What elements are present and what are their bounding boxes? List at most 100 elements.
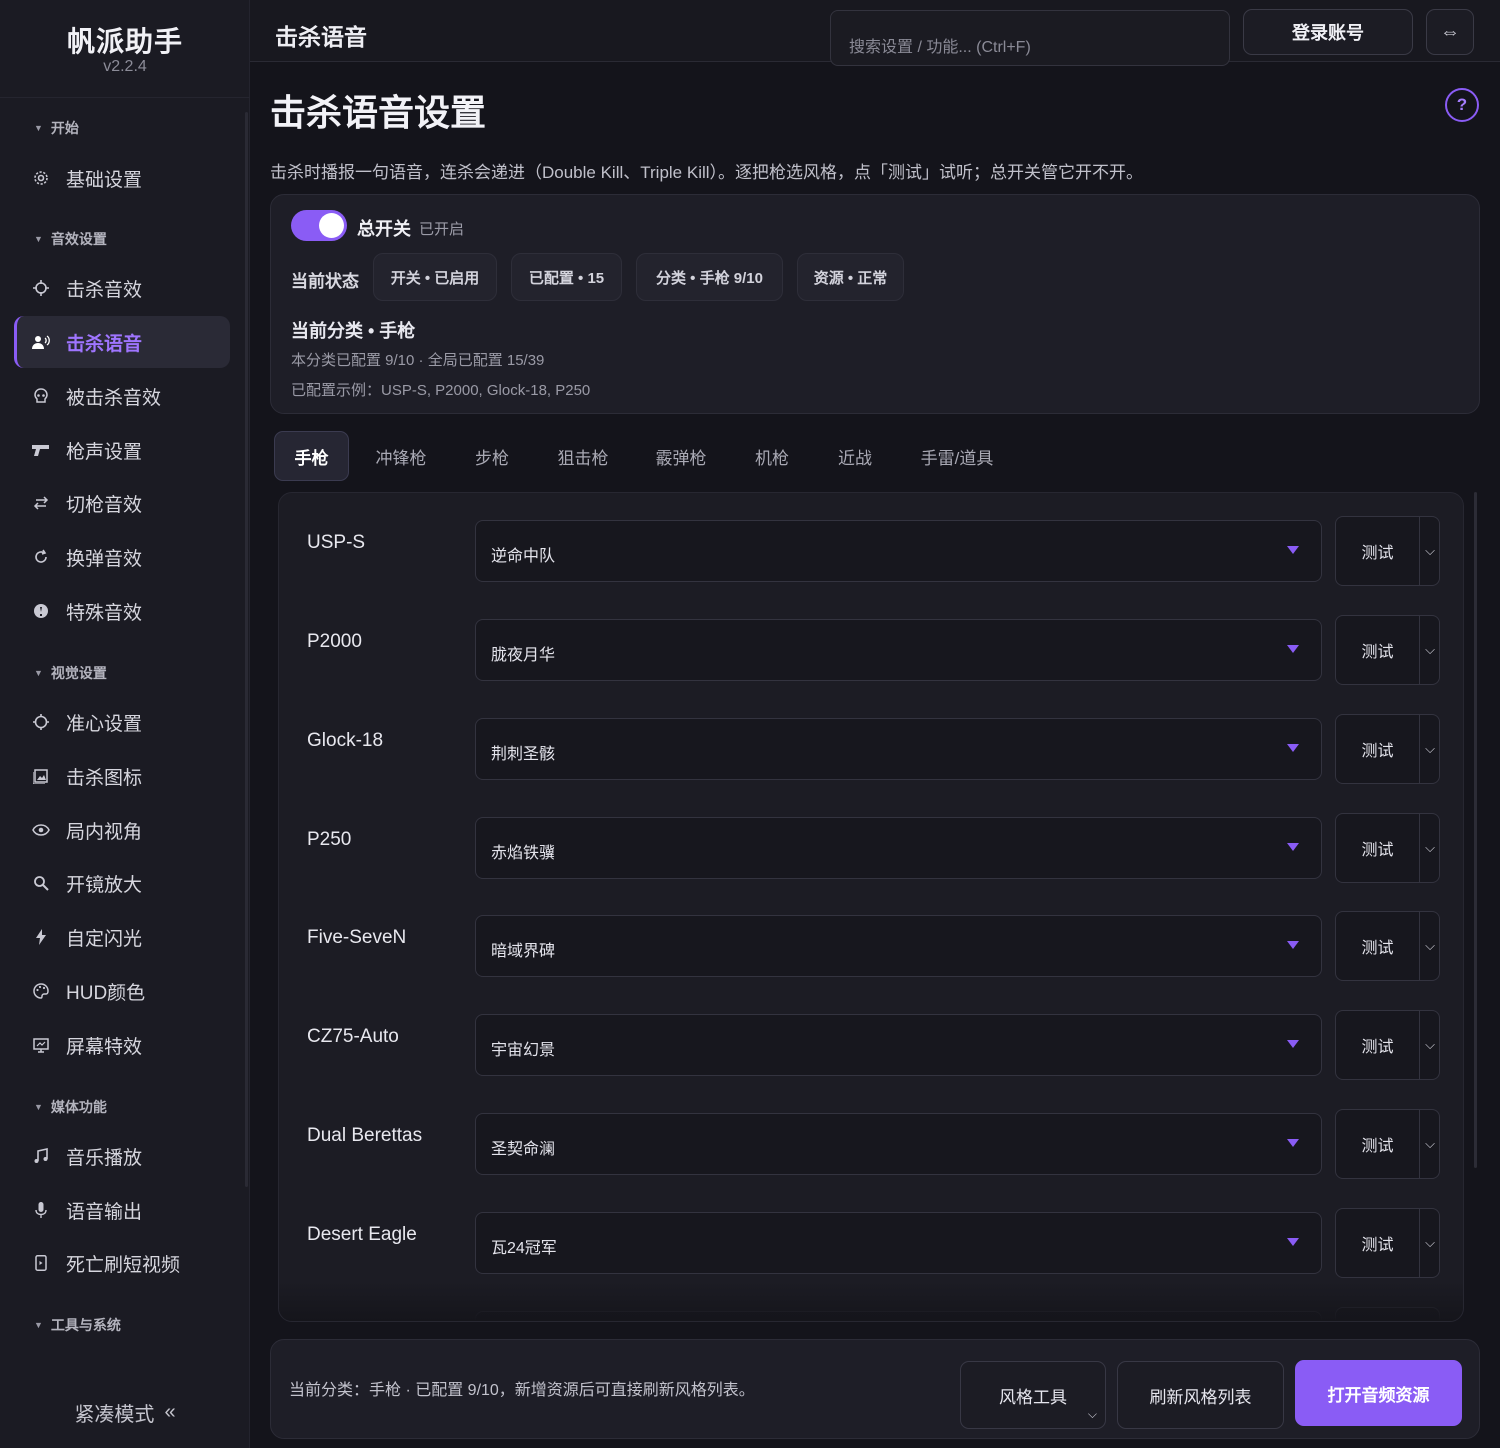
chevron-down-icon[interactable]: ⌵ bbox=[1420, 1110, 1440, 1178]
lightning-icon bbox=[32, 928, 50, 946]
sidebar-scrollbar[interactable] bbox=[245, 112, 248, 1187]
sidebar-item-kill-sound[interactable]: 击杀音效 bbox=[14, 262, 230, 314]
tab-grenade[interactable]: 手雷/道具 bbox=[904, 431, 1010, 481]
sidebar-item-kill-icon[interactable]: 击杀图标 bbox=[14, 750, 230, 802]
collapse-icon: « bbox=[164, 1400, 176, 1423]
test-button[interactable]: 测试 bbox=[1336, 517, 1420, 585]
sidebar-item-scope-zoom[interactable]: 开镜放大 bbox=[14, 857, 230, 909]
sidebar-item-reload-sound[interactable]: 换弹音效 bbox=[14, 531, 230, 583]
dropdown-caret-icon bbox=[1287, 1238, 1299, 1246]
chevron-down-icon[interactable]: ⌵ bbox=[1420, 1209, 1440, 1277]
group-audio[interactable]: ▼ 音效设置 bbox=[34, 229, 107, 249]
brand: 帆派助手 v2.2.4 bbox=[0, 0, 250, 98]
group-start[interactable]: ▼ 开始 bbox=[34, 118, 79, 138]
style-select[interactable]: 圣契命澜 bbox=[475, 1113, 1322, 1175]
chevron-down-icon[interactable]: ⌵ bbox=[1420, 616, 1440, 684]
style-value: 逆命中队 bbox=[491, 548, 556, 565]
style-select[interactable]: 赤焰铁骥 bbox=[475, 817, 1322, 879]
category-progress: 本分类已配置 9/10 · 全局已配置 15/39 bbox=[291, 352, 545, 369]
weapon-name: CZ75-Auto bbox=[307, 1025, 399, 1047]
weapon-list: USP-S 逆命中队 测试 ⌵ P2000 胧夜月华 测试 ⌵ Glock-18 荆… bbox=[278, 492, 1464, 1322]
chevron-down-icon[interactable]: ⌵ bbox=[1420, 1011, 1440, 1079]
sidebar-item-switch-sound[interactable]: 切枪音效 bbox=[14, 477, 230, 529]
group-tools[interactable]: ▼ 工具与系统 bbox=[34, 1315, 121, 1335]
test-button[interactable]: 测试 bbox=[1336, 1209, 1420, 1277]
app-version: v2.2.4 bbox=[103, 58, 147, 75]
sidebar-item-basic-settings[interactable]: 基础设置 bbox=[14, 152, 230, 204]
tab-rifle[interactable]: 步枪 bbox=[456, 431, 528, 481]
sidebar-item-death-video[interactable]: 死亡刷短视频 bbox=[14, 1237, 230, 1289]
test-button[interactable]: 测试 bbox=[1336, 616, 1420, 684]
status-card: 总开关 已开启 当前状态 开关 • 已启用 已配置 • 15 分类 • 手枪 9… bbox=[270, 194, 1480, 414]
style-value: 胧夜月华 bbox=[491, 647, 556, 664]
refresh-styles-button[interactable]: 刷新风格列表 bbox=[1117, 1361, 1284, 1429]
style-select[interactable]: 荆刺圣骸 bbox=[475, 718, 1322, 780]
sidebar-item-gun-sound[interactable]: 枪声设置 bbox=[14, 424, 230, 476]
sidebar-item-view[interactable]: 局内视角 bbox=[14, 804, 230, 856]
sidebar-item-voice-output[interactable]: 语音输出 bbox=[14, 1184, 230, 1236]
group-visual[interactable]: ▼ 视觉设置 bbox=[34, 663, 107, 683]
style-select[interactable]: 瓦24冠军 bbox=[475, 1212, 1322, 1274]
sidebar-item-death-sound[interactable]: 被击杀音效 bbox=[14, 370, 230, 422]
style-tools-button[interactable]: 风格工具 ⌵ bbox=[960, 1361, 1106, 1429]
chevron-down-icon[interactable]: ⌵ bbox=[1420, 517, 1440, 585]
test-button-group: 测试 ⌵ bbox=[1335, 714, 1440, 784]
sidebar-item-kill-voice[interactable]: 击杀语音 bbox=[14, 316, 230, 368]
test-button-group: 测试 ⌵ bbox=[1335, 911, 1440, 981]
chevron-down-icon: ▼ bbox=[34, 668, 43, 678]
chevron-down-icon: ▼ bbox=[34, 123, 43, 133]
weapon-name: P2000 bbox=[307, 630, 362, 652]
top-title: 击杀语音 bbox=[275, 24, 367, 50]
chevron-down-icon[interactable]: ⌵ bbox=[1420, 912, 1440, 980]
gun-icon bbox=[32, 441, 50, 459]
help-icon[interactable]: ? bbox=[1445, 88, 1479, 122]
test-button[interactable]: 测试 bbox=[1336, 715, 1420, 783]
list-scrollbar[interactable] bbox=[1474, 492, 1477, 1168]
search-input[interactable]: 搜索设置 / 功能... (Ctrl+F) bbox=[830, 10, 1230, 66]
tab-melee[interactable]: 近战 bbox=[822, 431, 888, 481]
group-media[interactable]: ▼ 媒体功能 bbox=[34, 1097, 107, 1117]
style-select[interactable]: 宇宙幻景 bbox=[475, 1014, 1322, 1076]
test-button-group: 测试 ⌵ bbox=[1335, 1208, 1440, 1278]
weapon-name: USP-S bbox=[307, 531, 366, 553]
style-select[interactable]: 胧夜月华 bbox=[475, 619, 1322, 681]
status-chip-configured: 已配置 • 15 bbox=[511, 253, 622, 301]
test-button-group: 测试 ⌵ bbox=[1335, 1010, 1440, 1080]
dropdown-caret-icon bbox=[1287, 645, 1299, 653]
master-toggle[interactable] bbox=[291, 210, 347, 241]
category-title: 当前分类 • 手枪 bbox=[291, 321, 416, 341]
swap-layout-icon[interactable]: ⇔ bbox=[1426, 9, 1474, 55]
weapon-row: USP-S 逆命中队 测试 ⌵ bbox=[279, 493, 1463, 592]
sidebar-item-screen-fx[interactable]: 屏幕特效 bbox=[14, 1019, 230, 1071]
skull-icon bbox=[32, 387, 50, 405]
current-state-label: 当前状态 bbox=[291, 272, 359, 291]
login-button[interactable]: 登录账号 bbox=[1243, 9, 1413, 55]
sidebar-item-flash[interactable]: 自定闪光 bbox=[14, 911, 230, 963]
style-value: 暗域界碑 bbox=[491, 943, 556, 960]
sidebar-item-music[interactable]: 音乐播放 bbox=[14, 1130, 230, 1182]
crosshair-circle-icon bbox=[32, 713, 50, 731]
style-select[interactable]: 暗域界碑 bbox=[475, 915, 1322, 977]
chevron-down-icon[interactable]: ⌵ bbox=[1420, 814, 1440, 882]
test-button[interactable]: 测试 bbox=[1336, 912, 1420, 980]
tab-smg[interactable]: 冲锋枪 bbox=[360, 431, 442, 481]
chevron-down-icon[interactable]: ⌵ bbox=[1420, 715, 1440, 783]
status-chip-switch: 开关 • 已启用 bbox=[373, 253, 497, 301]
toggle-knob bbox=[319, 213, 344, 238]
style-select[interactable]: 逆命中队 bbox=[475, 520, 1322, 582]
tab-sniper[interactable]: 狙击枪 bbox=[542, 431, 624, 481]
tab-machinegun[interactable]: 机枪 bbox=[736, 431, 808, 481]
dropdown-caret-icon bbox=[1287, 1139, 1299, 1147]
test-button-group: 测试 ⌵ bbox=[1335, 813, 1440, 883]
compact-mode-button[interactable]: 紧凑模式 « bbox=[0, 1392, 250, 1432]
sidebar-item-special-sound[interactable]: 特殊音效 bbox=[14, 585, 230, 637]
test-button[interactable]: 测试 bbox=[1336, 1011, 1420, 1079]
test-button-group: 测试 ⌵ bbox=[1335, 1109, 1440, 1179]
sidebar-item-crosshair[interactable]: 准心设置 bbox=[14, 696, 230, 748]
sidebar-item-hud-color[interactable]: HUD颜色 bbox=[14, 965, 230, 1017]
tab-pistol[interactable]: 手枪 bbox=[274, 431, 349, 481]
test-button[interactable]: 测试 bbox=[1336, 1110, 1420, 1178]
tab-shotgun[interactable]: 霰弹枪 bbox=[640, 431, 722, 481]
test-button[interactable]: 测试 bbox=[1336, 814, 1420, 882]
open-audio-resources-button[interactable]: 打开音频资源 bbox=[1295, 1360, 1462, 1426]
